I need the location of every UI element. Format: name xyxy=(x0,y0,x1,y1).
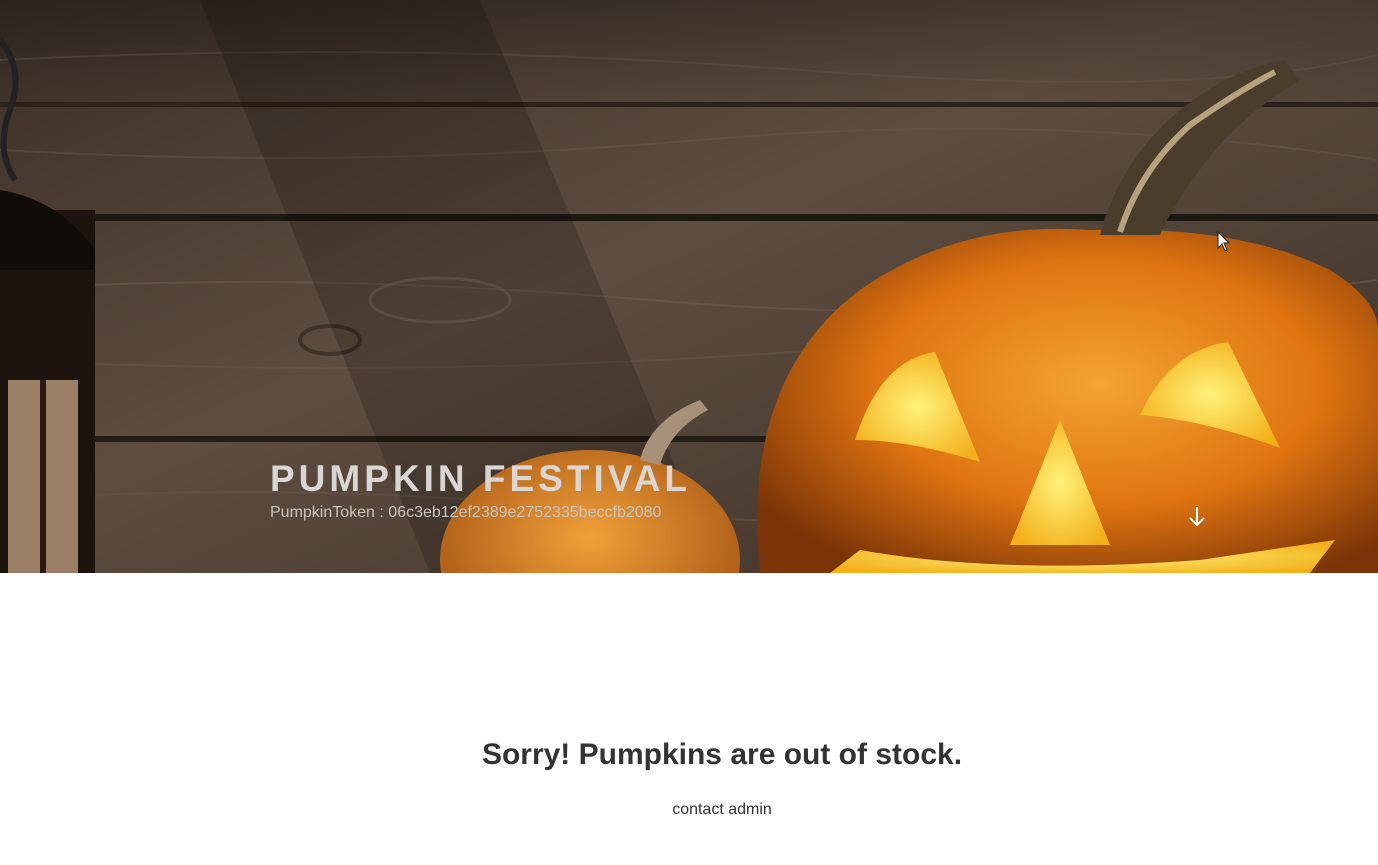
header-image: PUMPKIN FESTIVAL PumpkinToken : 06c3eb12… xyxy=(0,0,1378,573)
site-title[interactable]: PUMPKIN FESTIVAL xyxy=(270,458,691,500)
scroll-down-button[interactable] xyxy=(1186,505,1208,529)
arrow-down-icon xyxy=(1189,507,1205,527)
mouse-cursor-icon xyxy=(1217,231,1231,252)
contact-admin-link[interactable]: contact admin xyxy=(672,801,772,818)
out-of-stock-heading: Sorry! Pumpkins are out of stock. xyxy=(481,738,963,771)
site-description: PumpkinToken : 06c3eb12ef2389e2752335bec… xyxy=(270,504,662,521)
main-content: Sorry! Pumpkins are out of stock. contac… xyxy=(0,573,1378,865)
contact-admin-row: contact admin xyxy=(0,799,1378,821)
site-branding: PUMPKIN FESTIVAL PumpkinToken : 06c3eb12… xyxy=(270,458,691,524)
